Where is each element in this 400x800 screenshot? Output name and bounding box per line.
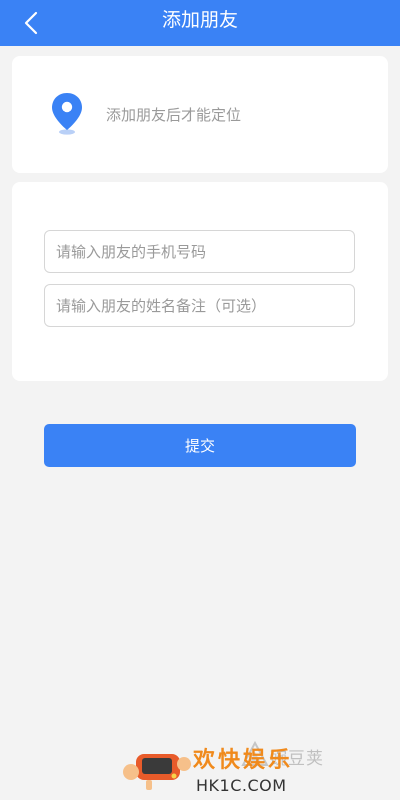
app-header: 添加朋友 bbox=[0, 0, 400, 46]
watermark-subtitle: HK1C.COM bbox=[196, 776, 287, 795]
location-hint-text: 添加朋友后才能定位 bbox=[106, 106, 242, 124]
location-pin-icon bbox=[52, 93, 82, 135]
add-friend-form bbox=[12, 182, 388, 381]
phone-input[interactable] bbox=[44, 230, 355, 273]
watermark-title: 欢快娱乐 bbox=[193, 748, 294, 773]
submit-button[interactable]: 提交 bbox=[44, 424, 356, 467]
page-title: 添加朋友 bbox=[161, 9, 238, 31]
location-hint-card: 添加朋友后才能定位 bbox=[12, 56, 388, 173]
game-controller-icon bbox=[123, 754, 191, 790]
name-remark-input[interactable] bbox=[44, 284, 355, 327]
